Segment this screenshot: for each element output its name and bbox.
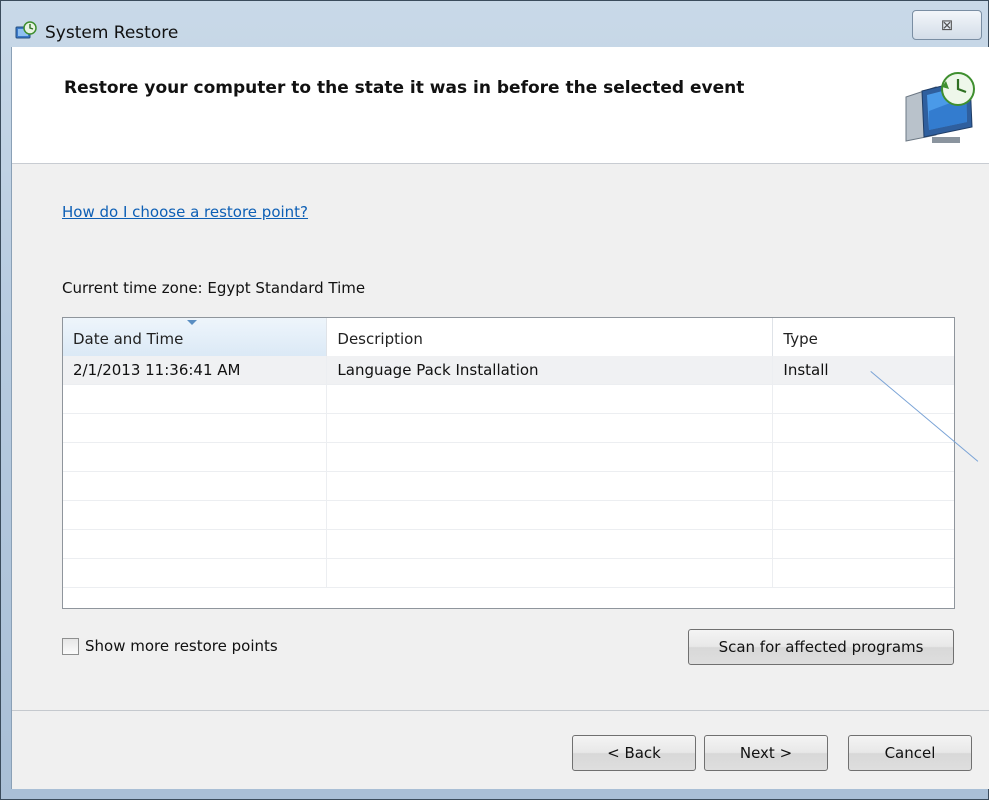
cell-type (773, 472, 954, 501)
system-restore-icon (905, 72, 975, 143)
next-button[interactable]: Next > (704, 735, 828, 771)
table-row (63, 501, 954, 530)
show-more-checkbox[interactable] (62, 637, 79, 655)
table-row (63, 559, 954, 588)
column-header-date-label: Date and Time (73, 330, 184, 348)
table-row (63, 443, 954, 472)
show-more-restore-points[interactable]: Show more restore points (62, 637, 278, 655)
restore-points-list[interactable]: Date and Time Description Type 2/1/2013 … (62, 317, 955, 609)
close-button[interactable]: ⊠ (912, 10, 982, 40)
help-link[interactable]: How do I choose a restore point? (62, 203, 308, 221)
page-title: Restore your computer to the state it wa… (64, 78, 745, 98)
list-header: Date and Time Description Type (63, 318, 954, 357)
table-row (63, 472, 954, 501)
table-row (63, 385, 954, 414)
cell-date: 2/1/2013 11:36:41 AM (63, 356, 328, 385)
cell-date (63, 530, 328, 559)
cell-description (327, 414, 774, 443)
show-more-label: Show more restore points (85, 637, 278, 655)
window-title: System Restore (45, 23, 179, 43)
cell-description: Language Pack Installation (327, 356, 774, 385)
column-header-type[interactable]: Type (773, 318, 954, 356)
column-header-type-label: Type (783, 330, 818, 348)
cell-description (327, 559, 774, 588)
cell-description (327, 472, 774, 501)
system-restore-small-icon (15, 21, 37, 39)
title-bar[interactable]: System Restore ⊠ (1, 1, 989, 47)
cell-type (773, 559, 954, 588)
cell-date (63, 559, 328, 588)
close-icon: ⊠ (940, 16, 954, 34)
timezone-label: Current time zone: Egypt Standard Time (62, 279, 366, 297)
cell-type: Install (783, 361, 829, 379)
cell-type (773, 530, 954, 559)
cell-description (327, 385, 774, 414)
column-header-date[interactable]: Date and Time (63, 318, 328, 356)
table-row (63, 414, 954, 443)
cell-date (63, 501, 328, 530)
dialog-client-area: Restore your computer to the state it wa… (11, 47, 989, 789)
cell-description (327, 443, 774, 472)
column-header-description[interactable]: Description (327, 318, 774, 356)
cell-description (327, 530, 774, 559)
table-row[interactable]: 2/1/2013 11:36:41 AM Language Pack Insta… (63, 356, 954, 385)
cell-date (63, 443, 328, 472)
cancel-button[interactable]: Cancel (848, 735, 972, 771)
cell-type (773, 385, 954, 414)
cell-date (63, 414, 328, 443)
sort-descending-icon (187, 320, 197, 325)
cell-type (773, 443, 954, 472)
cell-date (63, 472, 328, 501)
column-header-description-label: Description (337, 330, 423, 348)
system-restore-window: System Restore ⊠ Restore your computer t… (0, 0, 989, 800)
table-row (63, 530, 954, 559)
header-band: Restore your computer to the state it wa… (12, 47, 989, 164)
scan-affected-programs-button[interactable]: Scan for affected programs (688, 629, 954, 665)
list-rows: 2/1/2013 11:36:41 AM Language Pack Insta… (63, 356, 954, 588)
cell-description (327, 501, 774, 530)
cell-date (63, 385, 328, 414)
cell-type (773, 501, 954, 530)
footer-divider (12, 710, 989, 711)
back-button[interactable]: < Back (572, 735, 696, 771)
